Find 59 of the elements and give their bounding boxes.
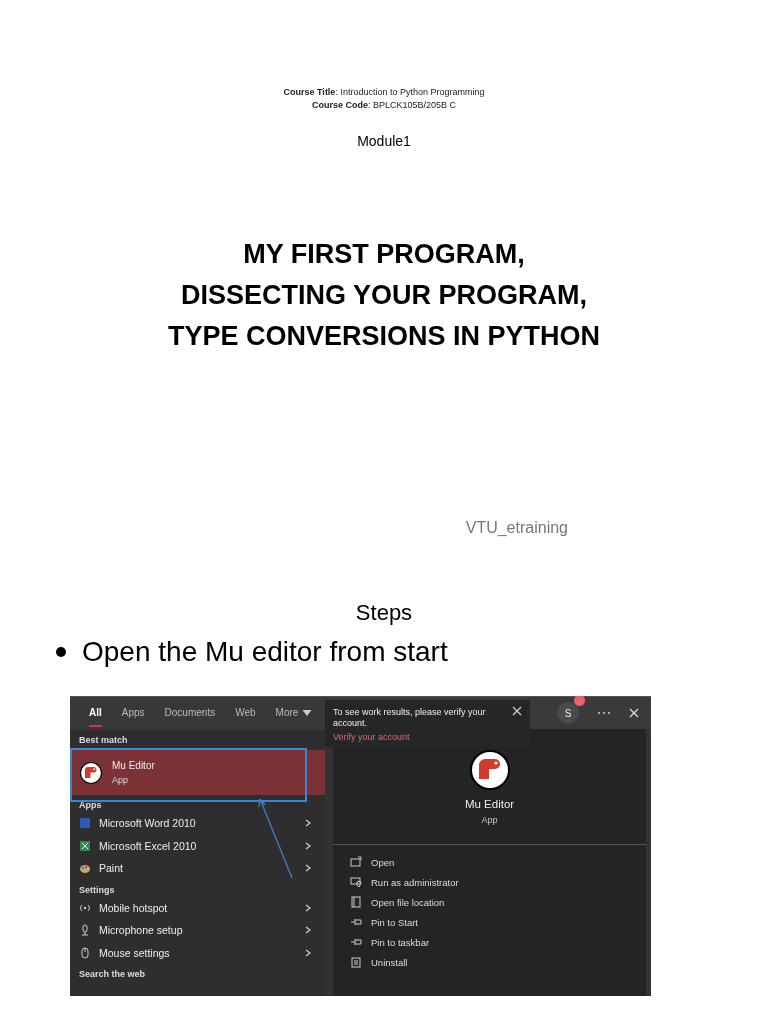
chevron-icon (305, 819, 311, 828)
result-item[interactable]: Microsoft Excel 2010 (70, 834, 325, 857)
app-type: App (481, 815, 498, 825)
pin-icon (350, 916, 362, 928)
search-tab[interactable]: All (89, 707, 102, 727)
action-link[interactable]: Pin to taskbar (371, 936, 430, 948)
search-tab[interactable]: Apps (121, 707, 145, 727)
result-item[interactable]: Mouse settings (70, 941, 325, 964)
author-name: VTU_etraining (465, 519, 568, 537)
bullet-text: Open the Mu editor from start (82, 636, 448, 668)
result-item[interactable]: Microsoft Word 2010 (70, 812, 325, 835)
section-heading: Best match (78, 734, 129, 747)
action-link[interactable]: Open file location (371, 896, 445, 908)
pin-icon (350, 936, 362, 948)
best-match-item[interactable]: Mu Editor App (70, 750, 325, 795)
app-type: App (112, 775, 129, 785)
spreadsheet-icon (79, 839, 91, 852)
palette-icon (79, 862, 91, 875)
result-item[interactable]: Mobile hotspot (70, 896, 325, 919)
search-tab[interactable]: Web (235, 707, 256, 727)
mouse-icon (79, 946, 91, 959)
module-label: Module1 (357, 133, 411, 149)
app-logo-icon (469, 750, 510, 790)
course-code: Course Code: BPLCK105B/205B C (311, 99, 457, 112)
search-tab[interactable]: More (275, 707, 314, 727)
chevron-icon (305, 841, 311, 850)
app-name: Mu Editor (464, 798, 515, 810)
app-name: Mu Editor (112, 760, 155, 771)
chevron-icon (305, 948, 311, 957)
result-item[interactable]: Paint (70, 857, 325, 880)
window-icon (350, 856, 362, 868)
chevron-icon (305, 864, 311, 873)
document-icon (79, 817, 91, 830)
app-logo-icon (80, 761, 102, 784)
notification-text: To see work results, please verify your account. (333, 707, 487, 729)
slide-title: DISSECTING YOUR PROGRAM, (180, 279, 587, 312)
result-item[interactable]: Microphone setup (70, 919, 325, 942)
avatar[interactable]: S (557, 702, 579, 724)
bullet-dot (56, 647, 66, 657)
section-heading: Apps (78, 799, 103, 812)
action-link[interactable]: Run as administrator (371, 876, 459, 888)
action-link[interactable]: Open (371, 856, 395, 868)
close-icon[interactable] (512, 706, 522, 716)
slide-title: MY FIRST PROGRAM, (243, 238, 525, 271)
verify-link[interactable]: Verify your account (333, 732, 410, 743)
slide-title: TYPE CONVERSIONS IN PYTHON (167, 320, 601, 353)
section-heading: Search the web (78, 968, 147, 981)
search-tab[interactable]: Documents (164, 707, 216, 727)
chevron-icon (305, 926, 311, 935)
action-link[interactable]: Uninstall (371, 956, 408, 968)
slide-heading: Steps (355, 600, 413, 626)
chevron-icon (305, 903, 311, 912)
microphone-icon (79, 924, 91, 937)
course-title: Course Title: Introduction to Python Programming (283, 86, 485, 99)
action-link[interactable]: Pin to Start (371, 916, 418, 928)
section-heading: Settings (78, 883, 116, 897)
shield-icon (350, 876, 362, 888)
close-icon[interactable] (629, 708, 639, 718)
more-icon[interactable] (597, 711, 611, 715)
